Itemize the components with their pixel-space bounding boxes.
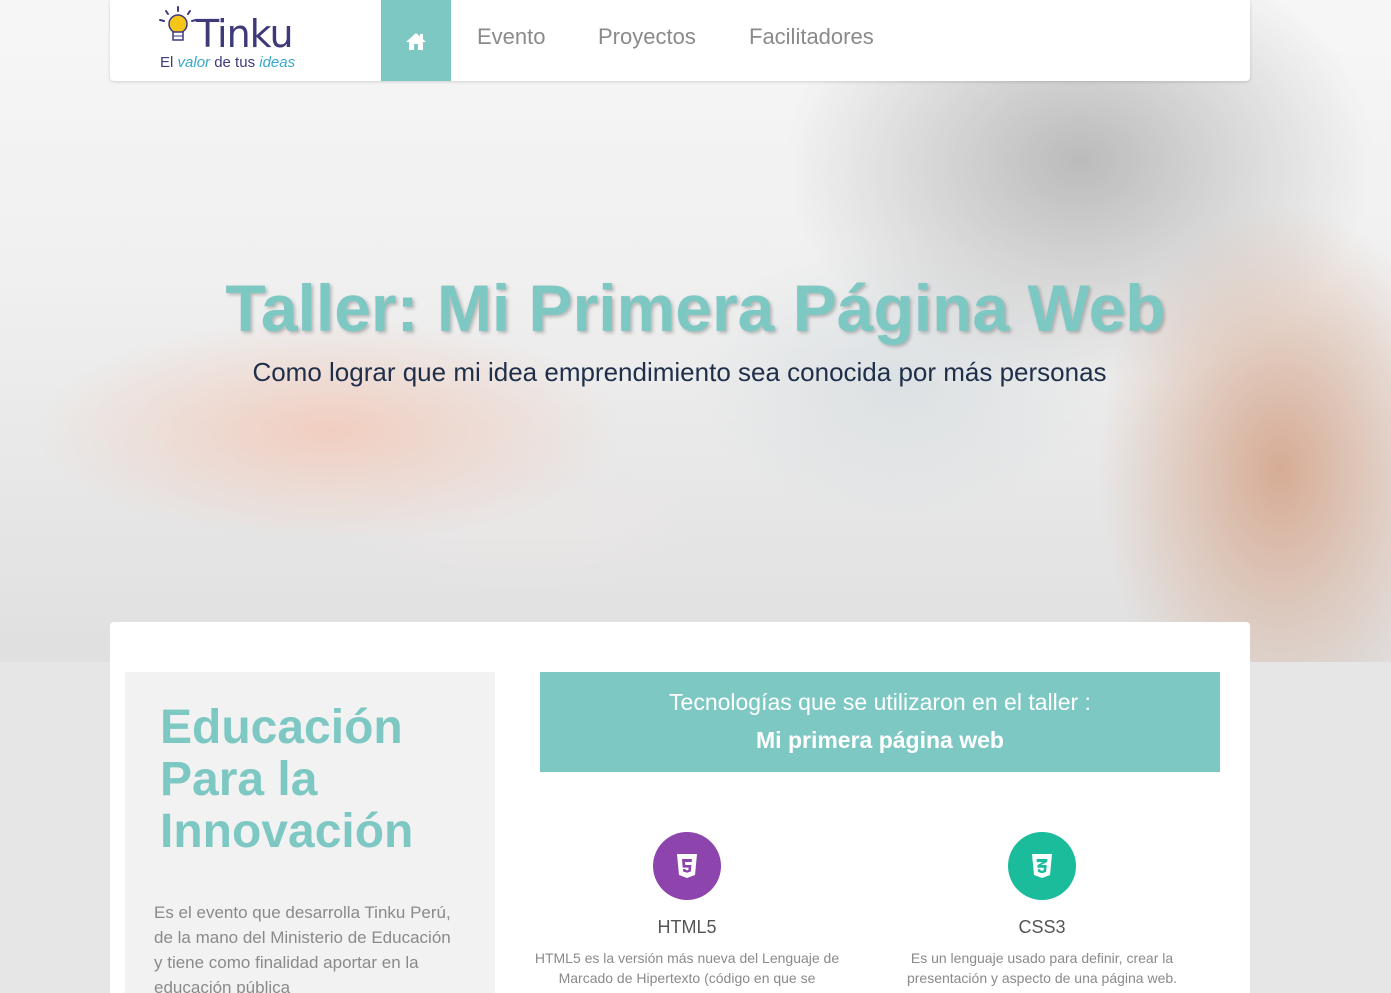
hero-subtitle: Como lograr que mi idea emprendimiento s… <box>252 357 1107 387</box>
top-navbar: Tinku El valor de tus ideas Evento Proye… <box>110 0 1250 81</box>
hero-title: Taller: Mi Primera Página Web <box>225 271 1166 345</box>
feature-title: HTML5 <box>657 917 717 937</box>
brand-logo[interactable]: Tinku El valor de tus ideas <box>158 4 308 74</box>
intro-panel: Educación Para la Innovación Es el event… <box>125 672 495 993</box>
feature-css3: CSS3 Es un lenguaje usado para definir, … <box>877 832 1207 988</box>
tagline-part: de tus <box>214 54 256 71</box>
tagline-part: El <box>160 54 174 71</box>
content-card: Educación Para la Innovación Es el event… <box>110 622 1250 993</box>
css3-icon <box>1008 832 1076 900</box>
tagline-part: ideas <box>259 54 296 71</box>
feature-title: CSS3 <box>1018 917 1066 937</box>
technologies-banner: Tecnologías que se utilizaron en el tall… <box>540 672 1220 772</box>
feature-description: HTML5 es la versión más nueva del Lengua… <box>534 950 840 986</box>
brand-name: Tinku <box>196 12 294 56</box>
intro-heading: Educación Para la Innovación <box>160 701 414 858</box>
brand-tagline: El valor de tus ideas <box>160 54 295 71</box>
lightbulb-icon <box>159 6 197 41</box>
home-icon <box>406 32 426 50</box>
intro-text: Es el evento que desarrolla Tinku Perú, … <box>154 903 451 993</box>
hero-banner: Taller: Mi Primera Página Web Como logra… <box>0 0 1391 662</box>
technologies-heading: Tecnologías que se utilizaron en el tall… <box>669 689 1091 715</box>
nav-item-facilitadores[interactable]: Facilitadores <box>749 24 874 50</box>
feature-html5: HTML5 HTML5 es la versión más nueva del … <box>522 832 852 988</box>
nav-item-proyectos[interactable]: Proyectos <box>598 24 696 50</box>
tagline-part: valor <box>177 54 211 71</box>
technologies-subheading: Mi primera página web <box>756 727 1004 753</box>
nav-home-button[interactable] <box>381 0 451 81</box>
nav-item-evento[interactable]: Evento <box>477 24 546 50</box>
feature-description: Es un lenguaje usado para definir, crear… <box>906 950 1178 986</box>
html5-icon <box>653 832 721 900</box>
